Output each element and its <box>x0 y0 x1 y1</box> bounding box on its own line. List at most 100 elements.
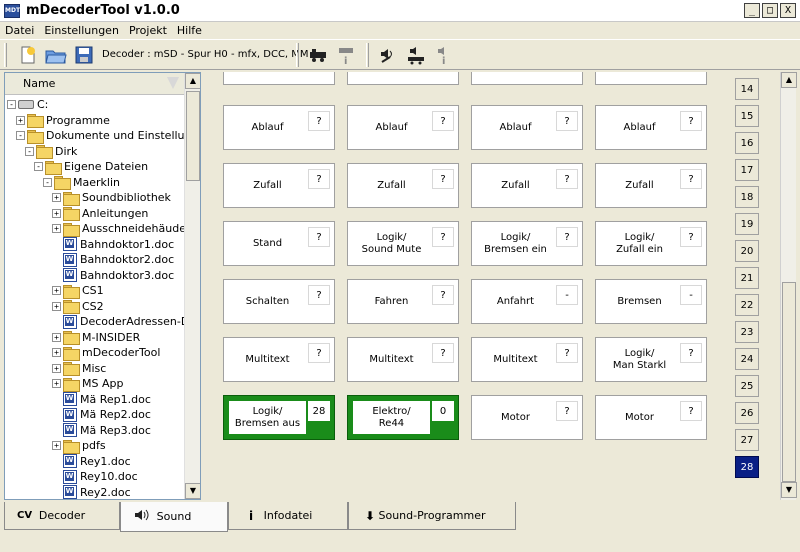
scroll-down-icon[interactable]: ▼ <box>781 482 797 498</box>
slot-badge[interactable]: 28 <box>308 401 330 421</box>
slot-number-button[interactable]: 15 <box>735 105 759 127</box>
sound-slot[interactable]: Logik/ Zufall ein? <box>595 221 707 266</box>
tree-item[interactable]: + Ausschneidehäuder <box>52 221 190 237</box>
tree-column-header[interactable]: Name <box>5 73 185 95</box>
sound-slot[interactable] <box>223 72 335 85</box>
open-folder-icon[interactable] <box>44 44 68 66</box>
expand-icon[interactable]: + <box>52 301 61 311</box>
slot-badge[interactable]: ? <box>308 111 330 131</box>
sound-slot[interactable]: Elektro/ Re44 0 <box>347 395 459 440</box>
slot-badge[interactable]: ? <box>308 227 330 247</box>
sound-slot[interactable]: Ablauf? <box>347 105 459 150</box>
slot-badge[interactable]: ? <box>432 227 454 247</box>
tree-item[interactable]: Bahndoktor3.doc <box>52 268 174 283</box>
slot-number-button[interactable]: 17 <box>735 159 759 181</box>
slot-number-button[interactable]: 14 <box>735 78 759 100</box>
slot-badge[interactable]: 0 <box>432 401 454 421</box>
tree-item[interactable]: - Maerklin <box>43 175 120 190</box>
slot-number-button[interactable]: 24 <box>735 348 759 370</box>
scroll-thumb[interactable] <box>186 91 200 181</box>
tree-item[interactable]: Rey10.doc <box>52 469 138 484</box>
slot-badge[interactable]: ? <box>680 343 702 363</box>
collapse-icon[interactable]: - <box>16 131 25 140</box>
expand-icon[interactable]: + <box>52 224 61 233</box>
tree-item[interactable]: + pdfs <box>52 438 106 454</box>
sound-slot[interactable]: Multitext? <box>347 337 459 382</box>
sound-locomotive-icon[interactable] <box>404 44 428 66</box>
tab-sound-programmer[interactable]: ⬇ Sound-Programmer <box>348 502 516 530</box>
save-icon[interactable] <box>72 44 96 66</box>
tab-sound[interactable]: Sound <box>120 502 228 532</box>
tree-item[interactable]: Bahndoktor1.doc <box>52 237 174 252</box>
maximize-button[interactable]: □ <box>762 3 778 18</box>
scroll-thumb[interactable] <box>782 282 796 482</box>
expand-icon[interactable]: + <box>52 193 61 202</box>
menu-datei[interactable]: Datei <box>0 24 39 37</box>
sound-info-icon[interactable]: i <box>432 44 456 66</box>
grid-scrollbar[interactable]: ▲ ▼ <box>780 72 797 500</box>
sound-slot[interactable]: Anfahrt - <box>471 279 583 324</box>
slot-badge[interactable]: ? <box>680 227 702 247</box>
sound-slot[interactable]: Motor? <box>471 395 583 440</box>
scroll-up-icon[interactable]: ▲ <box>781 72 797 88</box>
tree-item[interactable]: + mDecoderTool <box>52 345 160 361</box>
locomotive-info-icon[interactable]: i <box>334 44 358 66</box>
tree-item[interactable]: + MS App <box>52 376 123 392</box>
sound-slot[interactable]: Zufall? <box>223 163 335 208</box>
sound-slot[interactable]: Logik/ Bremsen ein? <box>471 221 583 266</box>
tree-item[interactable]: Mä Rep1.doc <box>52 392 151 407</box>
tree-item[interactable]: Rey1.doc <box>52 454 131 469</box>
tree-item[interactable]: - Dokumente und Einstellun... <box>16 128 200 144</box>
sound-slot[interactable]: Schalten? <box>223 279 335 324</box>
sound-slot[interactable]: Ablauf? <box>471 105 583 150</box>
tree-scrollbar[interactable]: ▲ ▼ <box>184 73 200 499</box>
slot-badge[interactable]: ? <box>680 169 702 189</box>
sound-slot[interactable]: Stand? <box>223 221 335 266</box>
slot-badge[interactable]: ? <box>556 111 578 131</box>
slot-number-button[interactable]: 26 <box>735 402 759 424</box>
toolbar-grip[interactable] <box>4 43 7 67</box>
slot-number-button[interactable]: 22 <box>735 294 759 316</box>
slot-badge[interactable]: ? <box>308 343 330 363</box>
tree-item[interactable]: + Programme <box>16 113 110 128</box>
slot-badge[interactable]: - <box>680 285 702 305</box>
slot-badge[interactable]: ? <box>556 169 578 189</box>
expand-icon[interactable]: + <box>52 379 61 388</box>
slot-number-button[interactable]: 23 <box>735 321 759 343</box>
collapse-icon[interactable]: - <box>7 100 16 109</box>
locomotive-icon[interactable] <box>306 44 330 66</box>
slot-badge[interactable]: ? <box>432 343 454 363</box>
slot-number-button[interactable]: 19 <box>735 213 759 235</box>
expand-icon[interactable]: + <box>16 115 25 125</box>
sound-slot[interactable]: Bremsen - <box>595 279 707 324</box>
collapse-icon[interactable]: - <box>34 162 43 171</box>
toolbar-grip[interactable] <box>296 43 299 67</box>
sound-slot[interactable] <box>347 72 459 85</box>
tree-item[interactable]: + Misc <box>52 361 106 376</box>
sound-slot[interactable]: Logik/ Bremsen aus 28 <box>223 395 335 440</box>
expand-icon[interactable]: + <box>52 286 61 295</box>
sound-slot[interactable]: Logik/ Man Starkl? <box>595 337 707 382</box>
sound-slot[interactable]: Ablauf? <box>595 105 707 150</box>
tree-item[interactable]: DecoderAdressen-DI... <box>52 314 200 329</box>
sound-slot[interactable] <box>595 72 707 85</box>
sound-slot[interactable]: Zufall? <box>347 163 459 208</box>
expand-icon[interactable]: + <box>52 441 61 450</box>
tab-infodatei[interactable]: i Infodatei <box>228 502 348 530</box>
slot-badge[interactable]: ? <box>556 227 578 247</box>
sound-slot[interactable]: Ablauf? <box>223 105 335 150</box>
tab-decoder[interactable]: CV Decoder <box>4 502 120 530</box>
tree-item[interactable]: + CS1 <box>52 283 104 299</box>
minimize-button[interactable]: _ <box>744 3 760 18</box>
menu-einstellungen[interactable]: Einstellungen <box>39 24 124 37</box>
expand-icon[interactable]: + <box>52 332 61 342</box>
slot-badge[interactable]: ? <box>432 285 454 305</box>
sound-slot[interactable]: Logik/ Sound Mute? <box>347 221 459 266</box>
new-file-icon[interactable] <box>16 44 40 66</box>
tree-item[interactable]: + M-INSIDER <box>52 330 140 345</box>
slot-badge[interactable]: ? <box>680 401 702 421</box>
tree-item[interactable]: Mä Rep3.doc <box>52 423 151 438</box>
slot-number-button[interactable]: 27 <box>735 429 759 451</box>
slot-number-button[interactable]: 16 <box>735 132 759 154</box>
tree-item[interactable]: - C: <box>7 97 48 112</box>
